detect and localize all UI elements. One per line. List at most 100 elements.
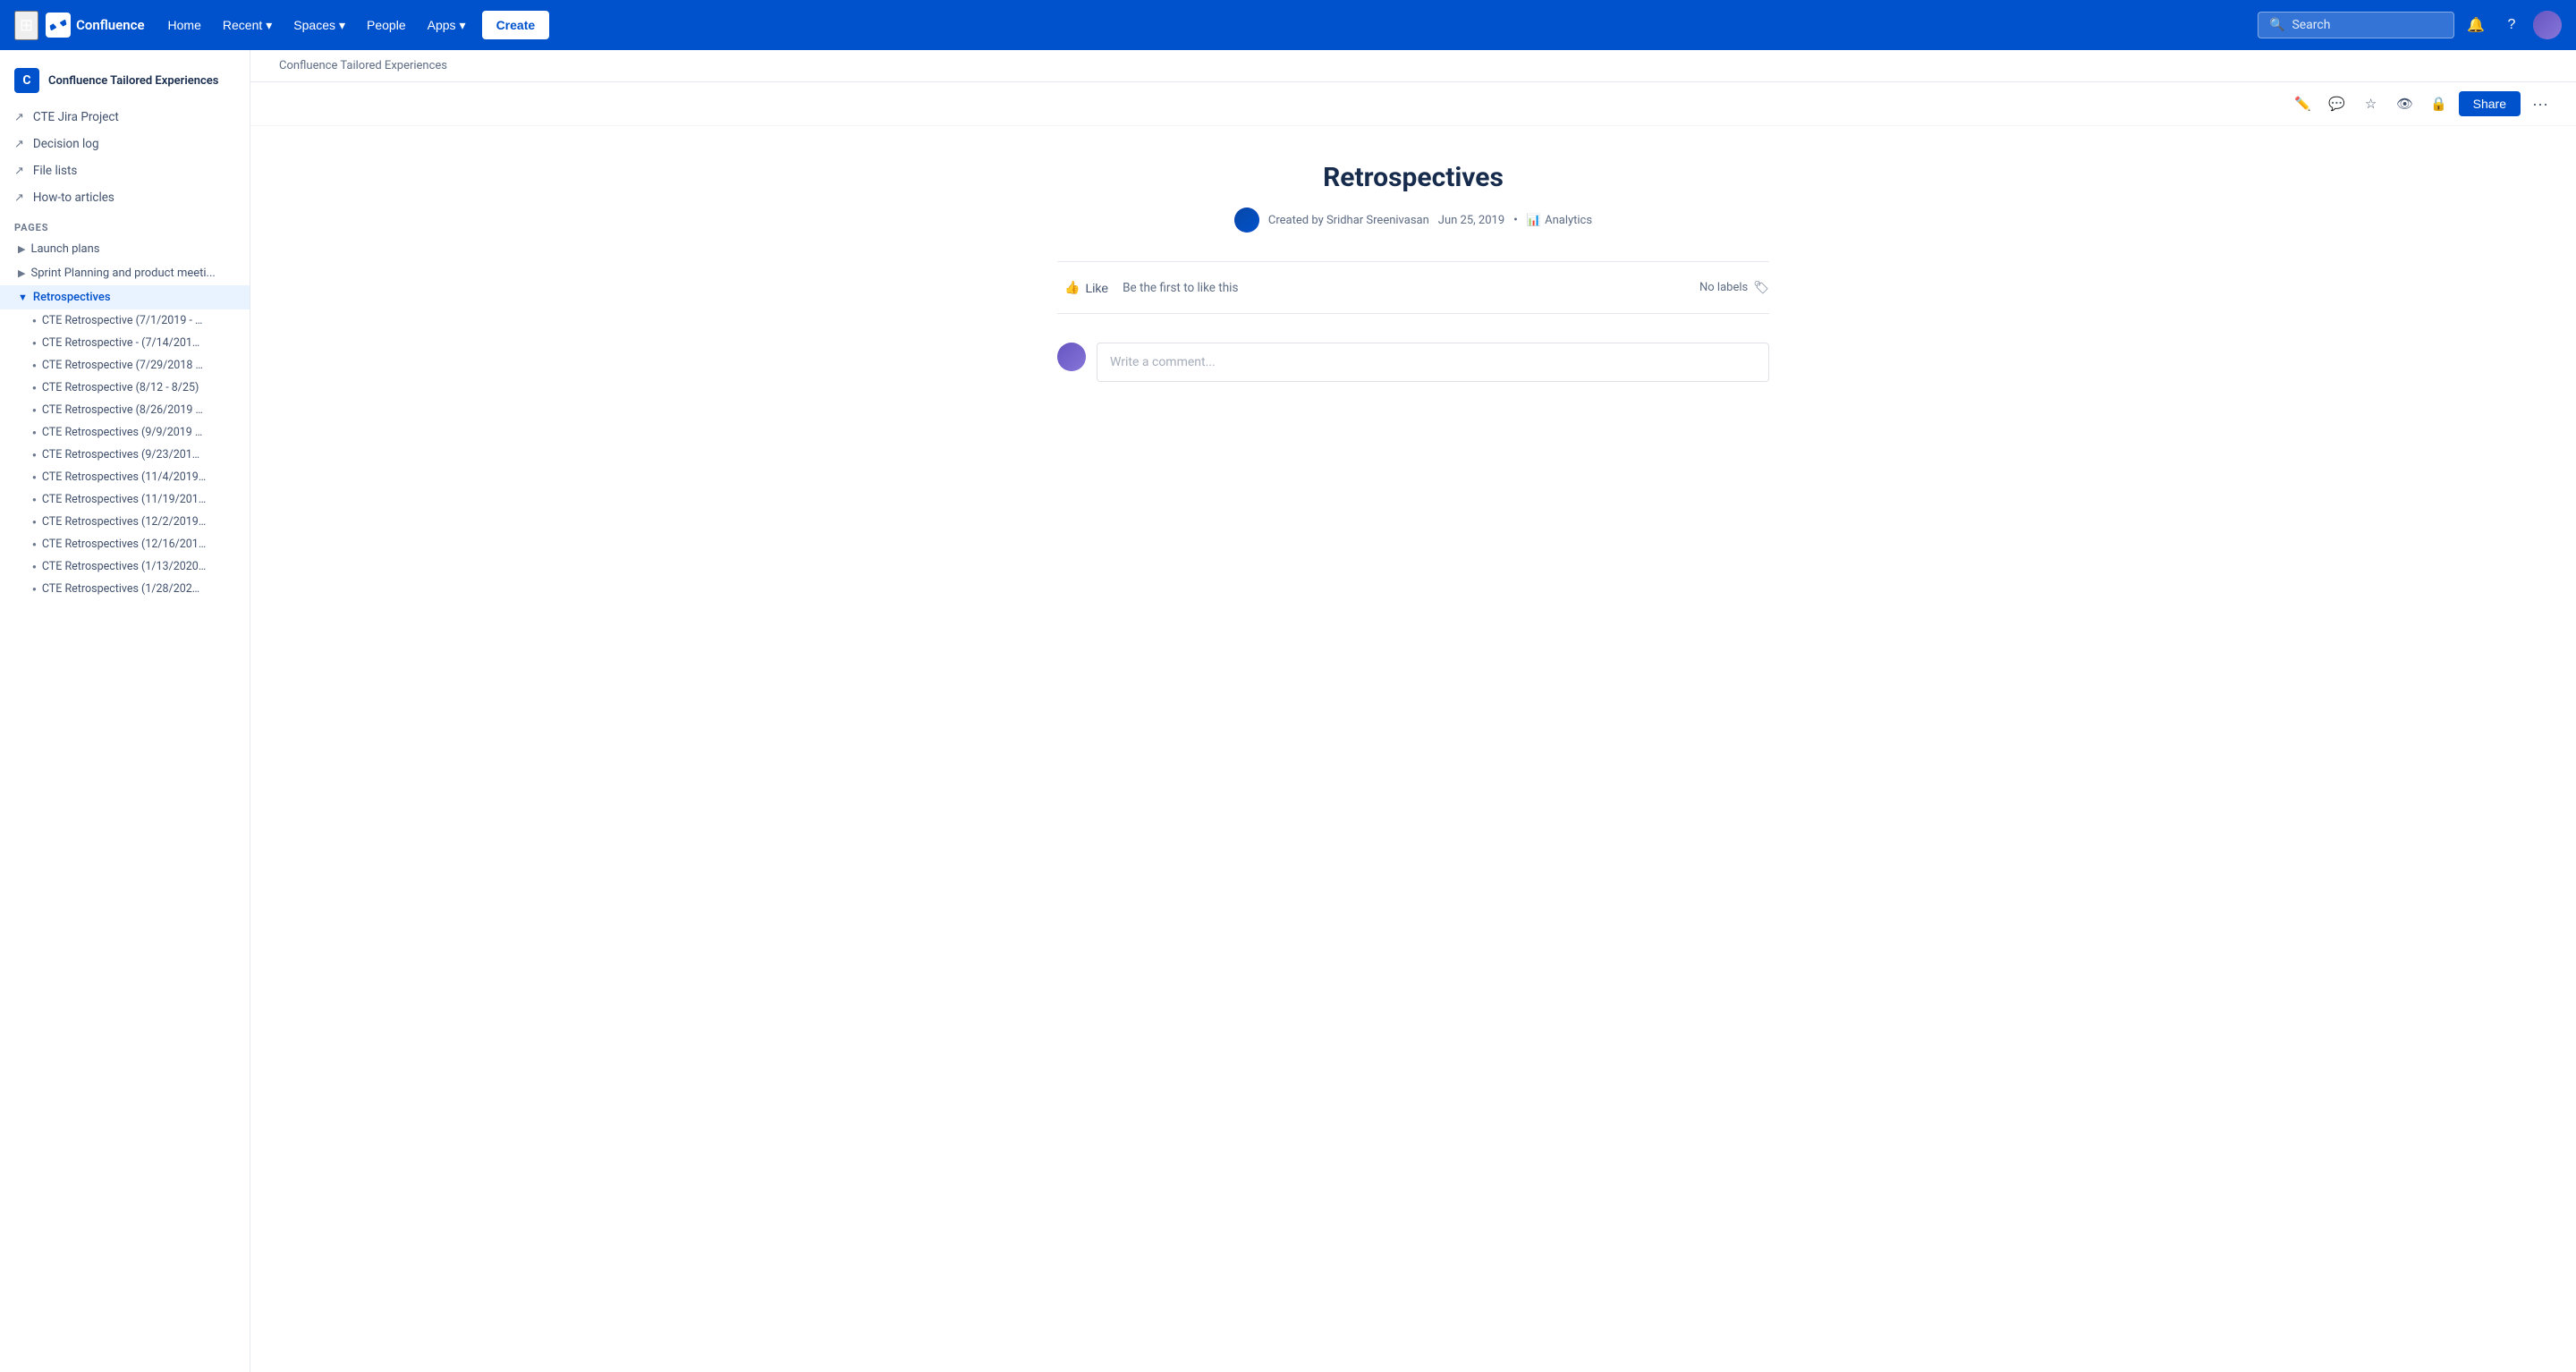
nav-people[interactable]: People [358,11,415,39]
like-labels-bar: 👍 Like Be the first to like this No labe… [1057,261,1769,314]
sidebar-child-page-3[interactable]: ● CTE Retrospective (7/29/2018 … [0,354,250,377]
created-date: Jun 25, 2019 [1438,214,1504,227]
analytics-link[interactable]: 📊 Analytics [1527,214,1592,227]
sidebar-page-retrospectives[interactable]: ▼ Retrospectives [0,285,250,309]
bullet-icon: ● [32,585,37,593]
nav-apps[interactable]: Apps ▾ [419,11,475,40]
watch-button[interactable]: 👁 [2391,89,2419,118]
chevron-right-icon: ▶ [18,267,25,279]
comment-button[interactable]: 💬 [2323,89,2351,118]
notifications-button[interactable]: 🔔 [2462,11,2490,39]
breadcrumb: Confluence Tailored Experiences [250,50,2576,82]
bullet-icon: ● [32,563,37,571]
sidebar: C Confluence Tailored Experiences ↗ CTE … [0,50,250,1372]
sidebar-child-page-9[interactable]: ● CTE Retrospectives (11/19/201… [0,488,250,511]
bullet-icon: ● [32,406,37,414]
search-icon: 🔍 [2269,18,2284,32]
sidebar-header: C Confluence Tailored Experiences [0,61,250,100]
bullet-icon: ● [32,428,37,436]
page-toolbar: ✏️ 💬 ☆ 👁 🔒 Share ··· [250,82,2576,126]
search-bar[interactable]: 🔍 Search [2258,12,2454,38]
page-title: Retrospectives [1057,162,1769,193]
sidebar-child-page-10[interactable]: ● CTE Retrospectives (12/2/2019… [0,511,250,533]
sidebar-child-page-5[interactable]: ● CTE Retrospective (8/26/2019 … [0,399,250,421]
sidebar-item-how-to-articles[interactable]: ↗ How-to articles [0,184,250,211]
recent-chevron-icon: ▾ [266,18,272,33]
top-navigation: ⊞ Confluence Home Recent ▾ Spaces ▾ Peop… [0,0,2576,50]
bullet-icon: ● [32,540,37,548]
page-body: Retrospectives Created by Sridhar Sreeni… [1029,126,1798,432]
nav-spaces[interactable]: Spaces ▾ [284,11,354,40]
space-icon: C [14,68,39,93]
sidebar-child-page-4[interactable]: ● CTE Retrospective (8/12 - 8/25) [0,377,250,399]
comment-input[interactable]: Write a comment... [1097,343,1769,382]
create-button[interactable]: Create [482,11,550,39]
eye-icon: 👁 [2396,96,2413,112]
sidebar-item-file-lists[interactable]: ↗ File lists [0,157,250,184]
nav-links: Home Recent ▾ Spaces ▾ People Apps ▾ Cre… [159,11,550,40]
commenter-avatar [1057,343,1086,371]
user-avatar[interactable] [2533,11,2562,39]
author-avatar [1234,207,1259,233]
analytics-icon: 📊 [1527,214,1541,227]
sidebar-child-page-13[interactable]: ● CTE Retrospectives (1/28/202… [0,578,250,600]
comment-input-row: Write a comment... [1057,343,1769,382]
edit-button[interactable]: ✏️ [2289,89,2318,118]
thumbs-up-icon: 👍 [1064,280,1080,295]
sidebar-item-decision-log[interactable]: ↗ Decision log [0,131,250,157]
page-metadata: Created by Sridhar Sreenivasan Jun 25, 2… [1057,207,1769,233]
sidebar-page-sprint-planning[interactable]: ▶ Sprint Planning and product meeti... [0,261,250,285]
grid-icon[interactable]: ⊞ [14,11,38,40]
bullet-icon: ● [32,339,37,347]
sidebar-child-page-6[interactable]: ● CTE Retrospectives (9/9/2019 … [0,421,250,444]
bell-icon: 🔔 [2467,16,2485,34]
space-name: Confluence Tailored Experiences [48,74,218,88]
sidebar-child-page-1[interactable]: ● CTE Retrospective (7/1/2019 - … [0,309,250,332]
sidebar-child-page-7[interactable]: ● CTE Retrospectives (9/23/201… [0,444,250,466]
bullet-icon: ● [32,317,37,325]
logo-text: Confluence [76,17,144,33]
sidebar-pages-label: PAGES [0,211,250,237]
lock-icon: 🔒 [2430,96,2447,112]
sidebar-item-jira-project[interactable]: ↗ CTE Jira Project [0,104,250,131]
no-labels-text: No labels [1699,281,1748,294]
bullet-icon: ● [32,361,37,369]
external-link-icon: ↗ [14,191,24,205]
sidebar-child-page-8[interactable]: ● CTE Retrospectives (11/4/2019… [0,466,250,488]
more-options-button[interactable]: ··· [2526,89,2555,118]
label-tag-icon: 🏷 [1753,281,1769,295]
restrict-button[interactable]: 🔒 [2425,89,2453,118]
bullet-icon: ● [32,451,37,459]
help-icon: ? [2508,17,2516,33]
apps-chevron-icon: ▾ [460,18,466,33]
like-section: 👍 Like Be the first to like this [1057,276,1238,299]
star-button[interactable]: ☆ [2357,89,2385,118]
edit-icon: ✏️ [2294,96,2311,112]
share-button[interactable]: Share [2459,91,2521,116]
comment-section: Write a comment... [1057,343,1769,382]
external-link-icon: ↗ [14,111,24,124]
help-button[interactable]: ? [2497,11,2526,39]
chevron-down-icon: ▼ [18,292,28,303]
labels-section: No labels 🏷 [1699,281,1769,295]
sidebar-child-page-12[interactable]: ● CTE Retrospectives (1/13/2020… [0,555,250,578]
external-link-icon: ↗ [14,165,24,178]
created-by-text: Created by Sridhar Sreenivasan [1268,214,1429,227]
spaces-chevron-icon: ▾ [339,18,345,33]
like-button[interactable]: 👍 Like [1057,276,1115,299]
sidebar-child-page-11[interactable]: ● CTE Retrospectives (12/16/201… [0,533,250,555]
confluence-logo[interactable]: Confluence [46,13,144,38]
main-content: Confluence Tailored Experiences ✏️ 💬 ☆ 👁… [250,50,2576,1372]
sidebar-child-page-2[interactable]: ● CTE Retrospective - (7/14/201… [0,332,250,354]
chevron-right-icon: ▶ [18,243,25,255]
star-icon: ☆ [2365,96,2377,112]
like-subtext: Be the first to like this [1123,281,1238,295]
bullet-icon: ● [32,495,37,504]
sidebar-page-launch-plans[interactable]: ▶ Launch plans [0,237,250,261]
breadcrumb-space[interactable]: Confluence Tailored Experiences [279,59,447,72]
nav-home[interactable]: Home [159,11,210,39]
nav-recent[interactable]: Recent ▾ [214,11,281,40]
external-link-icon: ↗ [14,138,24,151]
bullet-icon: ● [32,473,37,481]
comment-icon: 💬 [2328,96,2345,112]
